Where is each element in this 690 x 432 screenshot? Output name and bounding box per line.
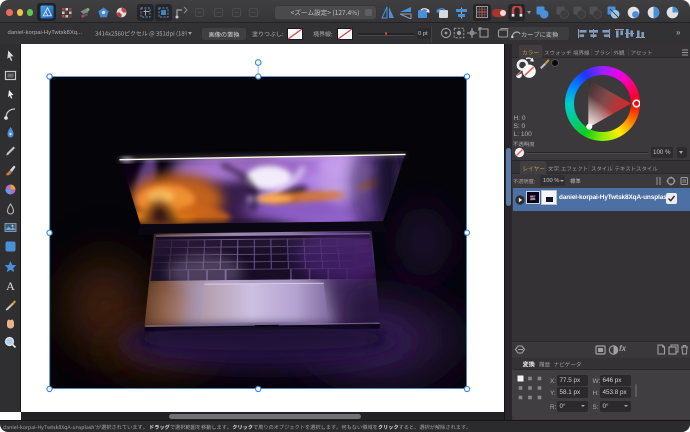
svg-text:A: A (6, 279, 15, 292)
svg-text:S: 0: S: 0 (514, 123, 526, 130)
svg-text:H: 0: H: 0 (514, 115, 526, 122)
svg-text:L: 100: L: 100 (514, 131, 533, 138)
